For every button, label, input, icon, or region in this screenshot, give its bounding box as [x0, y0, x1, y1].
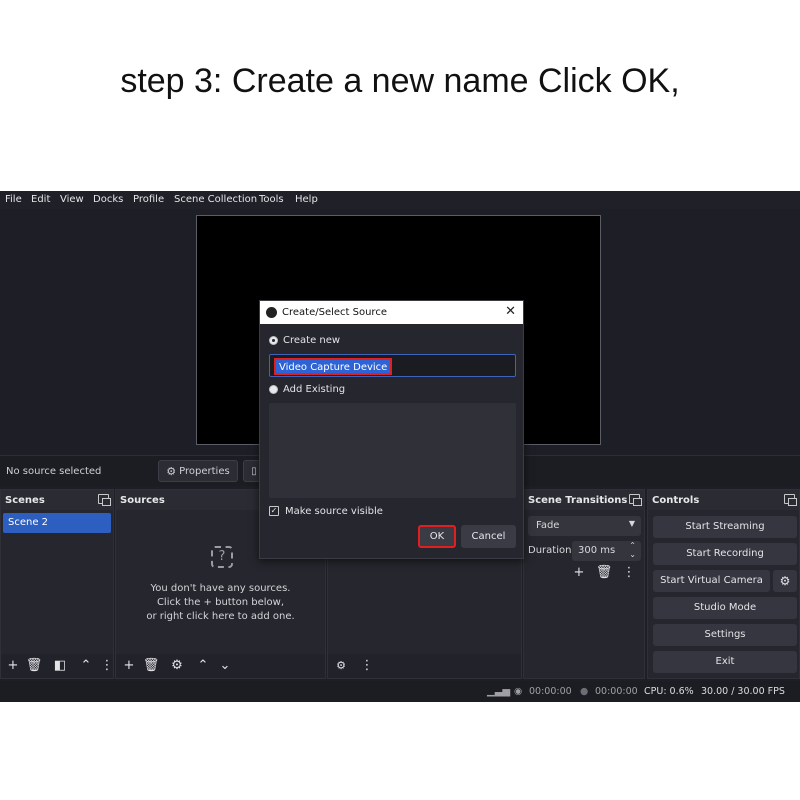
add-icon[interactable]: + — [570, 564, 588, 582]
gear-icon: ⚙ — [779, 574, 791, 588]
empty-sources-line2: Click the + button below, — [156, 597, 285, 608]
scene-item[interactable]: Scene 2 — [3, 513, 111, 533]
record-time: 00:00:00 — [595, 686, 638, 697]
transitions-title: Scene Transitions — [524, 490, 644, 510]
transitions-dock: Scene Transitions Fade ▼ Duration 300 ms… — [523, 489, 645, 679]
cpu-usage: CPU: 0.6% — [644, 686, 694, 697]
settings-button[interactable]: Settings — [653, 624, 797, 646]
add-icon[interactable]: + — [4, 657, 22, 675]
empty-sources-line1: You don't have any sources. — [150, 583, 291, 594]
menu-view[interactable]: View — [60, 194, 84, 205]
create-select-source-dialog: Create/Select Source ✕ Create new Video … — [259, 300, 524, 559]
dialog-title: Create/Select Source — [282, 307, 387, 318]
make-visible-checkbox[interactable]: ✓ — [269, 506, 279, 516]
up-icon[interactable]: ⌃ — [194, 657, 212, 675]
transition-type: Fade — [536, 520, 560, 531]
scenes-title: Scenes — [1, 490, 113, 510]
start-streaming-button[interactable]: Start Streaming — [653, 516, 797, 538]
studio-mode-button[interactable]: Studio Mode — [653, 597, 797, 619]
undock-icon[interactable] — [629, 494, 642, 506]
stream-time: 00:00:00 — [529, 686, 572, 697]
trash-icon[interactable]: 🗑 — [595, 564, 613, 582]
chevron-down-icon: ▼ — [628, 519, 635, 528]
existing-sources-list[interactable] — [269, 403, 516, 498]
virtual-camera-settings-button[interactable]: ⚙ — [773, 570, 797, 592]
start-recording-button[interactable]: Start Recording — [653, 543, 797, 565]
trash-icon[interactable]: 🗑 — [142, 657, 160, 675]
create-new-radio[interactable] — [269, 336, 278, 345]
controls-dock: Controls Start Streaming Start Recording… — [647, 489, 800, 679]
record-icon: ● — [580, 686, 589, 697]
status-bar: ▁▃▅ ◉ 00:00:00 ● 00:00:00 CPU: 0.6% 30.0… — [0, 681, 800, 702]
more-icon[interactable]: ⋮ — [620, 564, 638, 582]
empty-sources-line3: or right click here to add one. — [146, 611, 295, 622]
controls-title: Controls — [648, 490, 799, 510]
down-icon[interactable]: ⌄ — [216, 657, 234, 675]
close-icon[interactable]: ✕ — [505, 304, 516, 319]
signal-icon: ▁▃▅ — [487, 686, 511, 697]
question-icon: ? — [211, 546, 233, 568]
menu-profile[interactable]: Profile — [133, 194, 164, 205]
more-icon[interactable]: ⋮ — [98, 657, 116, 675]
make-visible-label: Make source visible — [285, 506, 383, 517]
create-new-label: Create new — [283, 335, 341, 346]
filter-icon: ▯ — [251, 465, 257, 477]
trash-icon[interactable]: 🗑 — [25, 657, 43, 675]
ok-button[interactable]: OK — [418, 525, 456, 548]
sources-toolbar: + 🗑 ⚙ ⌃ ⌄ — [116, 654, 325, 678]
check-icon: ✓ — [270, 506, 278, 515]
duration-label: Duration — [528, 545, 572, 556]
obs-logo-icon — [266, 307, 277, 318]
start-virtual-camera-button[interactable]: Start Virtual Camera — [653, 570, 770, 592]
menu-tools[interactable]: Tools — [259, 194, 284, 205]
filter-icon[interactable]: ◧ — [51, 657, 69, 675]
transition-select[interactable]: Fade ▼ — [528, 516, 641, 536]
stream-icon: ◉ — [514, 686, 523, 697]
menu-scene-collection[interactable]: Scene Collection — [174, 194, 257, 205]
menu-bar: File Edit View Docks Profile Scene Colle… — [0, 191, 800, 209]
fps-readout: 30.00 / 30.00 FPS — [701, 686, 785, 697]
menu-docks[interactable]: Docks — [93, 194, 123, 205]
menu-file[interactable]: File — [5, 194, 22, 205]
duration-value: 300 ms — [578, 545, 616, 556]
up-icon[interactable]: ⌃ — [77, 657, 95, 675]
add-existing-label: Add Existing — [283, 384, 346, 395]
menu-edit[interactable]: Edit — [31, 194, 50, 205]
gear-icon: ⚙ — [166, 464, 177, 478]
exit-button[interactable]: Exit — [653, 651, 797, 673]
properties-label: Properties — [179, 465, 230, 477]
add-existing-radio[interactable] — [269, 385, 278, 394]
dialog-titlebar: Create/Select Source ✕ — [260, 301, 523, 324]
undock-icon[interactable] — [98, 494, 111, 506]
gear-icon[interactable]: ⚙ — [168, 657, 186, 675]
undock-icon[interactable] — [784, 494, 797, 506]
no-source-label: No source selected — [6, 466, 102, 477]
gear-icon[interactable]: ⚙ — [332, 657, 350, 675]
more-icon[interactable]: ⋮ — [358, 657, 376, 675]
scenes-dock: Scenes Scene 2 + 🗑 ◧ ⌃ ⋮ — [0, 489, 114, 679]
mixer-toolbar: ⚙ ⋮ — [328, 654, 521, 678]
cancel-button[interactable]: Cancel — [461, 525, 516, 548]
menu-help[interactable]: Help — [295, 194, 318, 205]
source-name-input[interactable]: Video Capture Device — [269, 354, 516, 377]
spinner-icon[interactable]: ⌃ ⌄ — [629, 541, 636, 559]
scenes-toolbar: + 🗑 ◧ ⌃ ⋮ — [1, 654, 116, 678]
step-caption: step 3: Create a new name Click OK, — [120, 62, 680, 100]
properties-button[interactable]: ⚙ Properties — [158, 460, 238, 482]
add-icon[interactable]: + — [120, 657, 138, 675]
source-name-value: Video Capture Device — [274, 358, 393, 375]
duration-input[interactable]: 300 ms ⌃ ⌄ — [572, 541, 641, 561]
